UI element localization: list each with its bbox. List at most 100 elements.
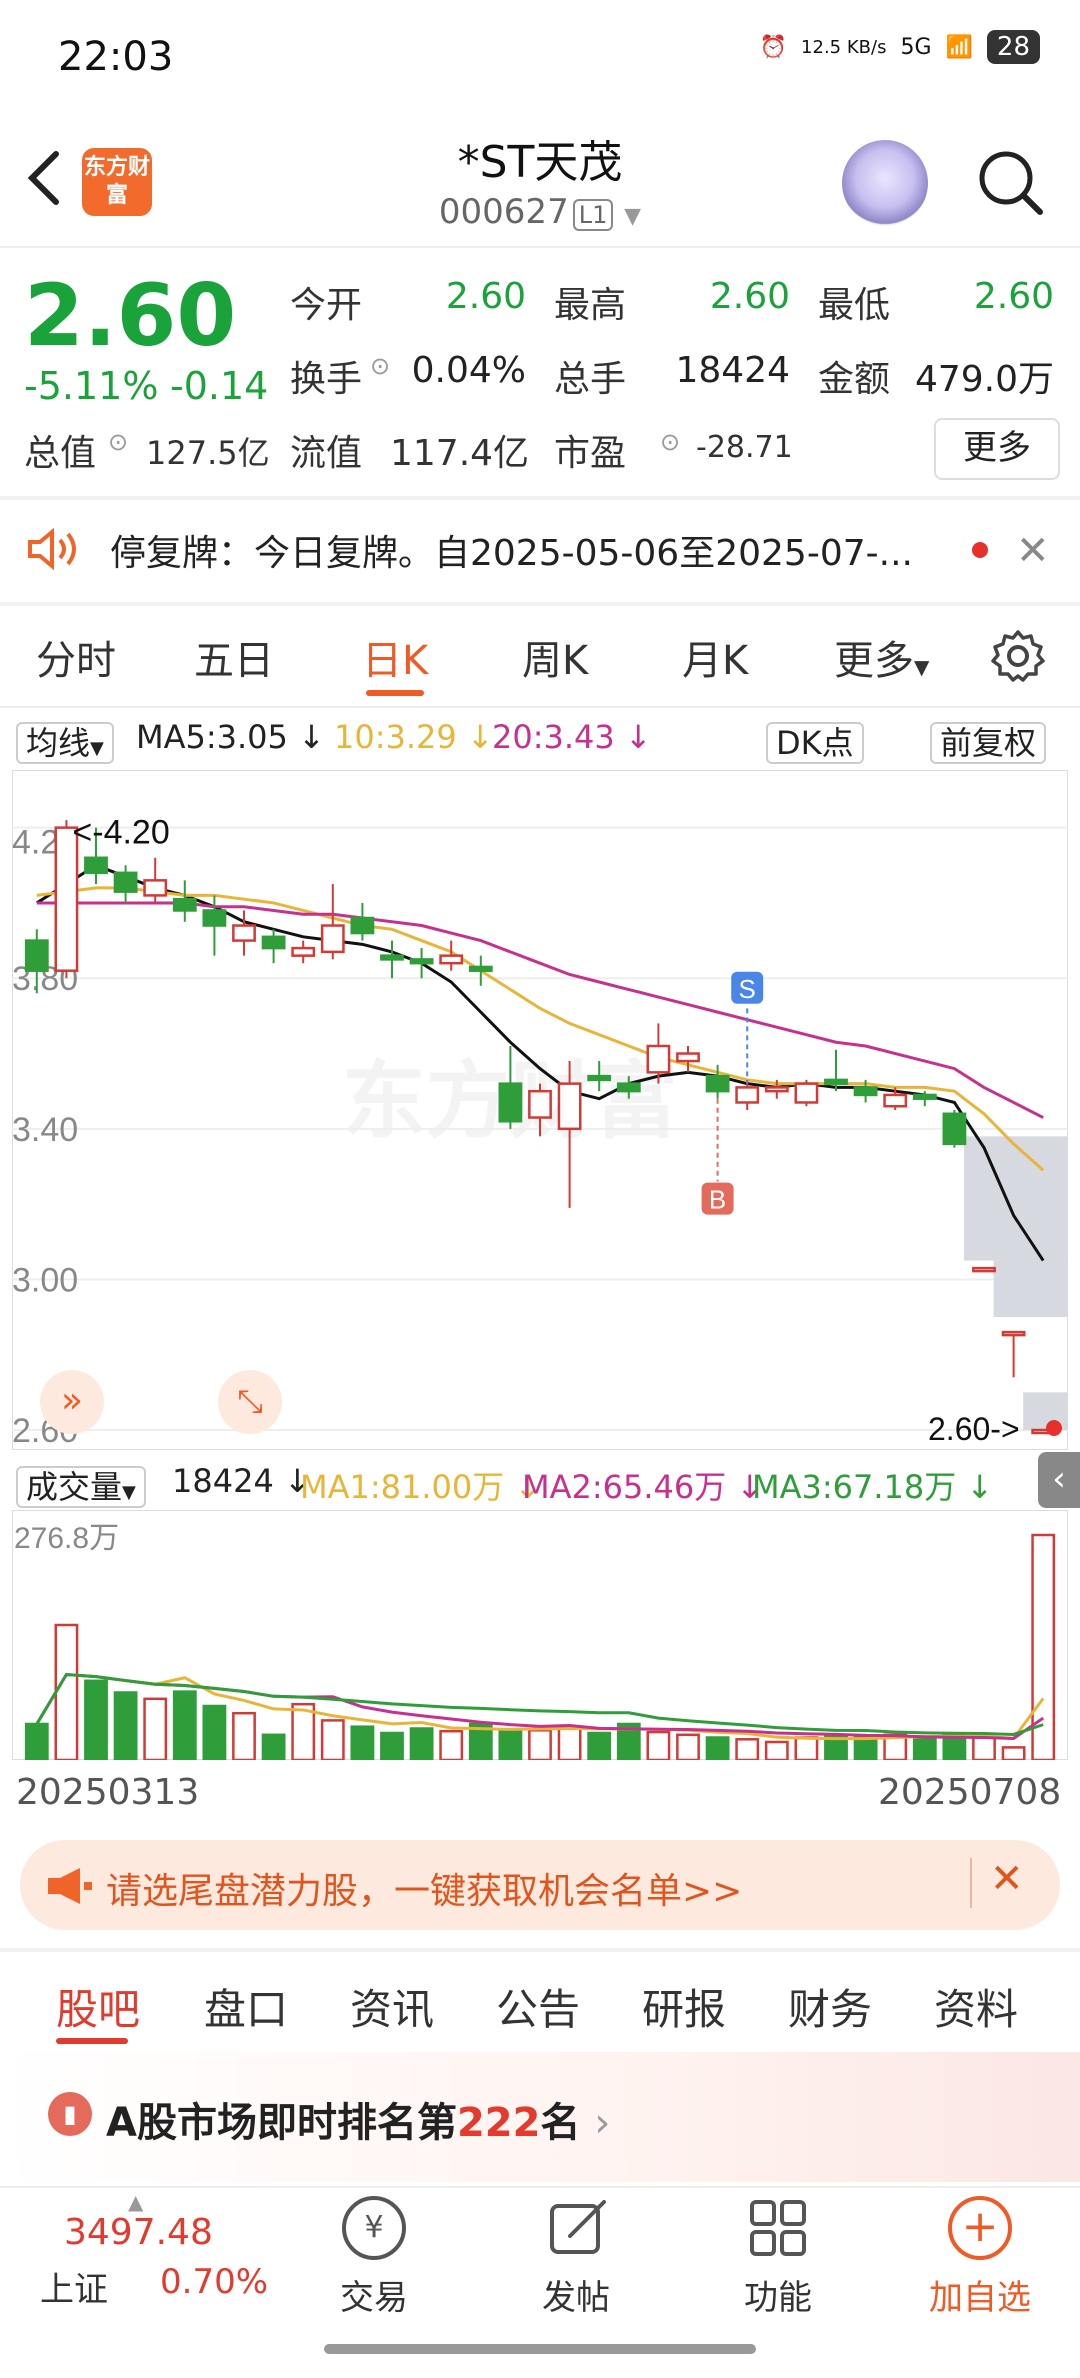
adjust-button[interactable]: 前复权 xyxy=(930,718,1047,764)
last-price: 2.60 xyxy=(24,266,237,366)
tab-weekly-k[interactable]: 周K xyxy=(522,628,588,686)
tab-finance[interactable]: 财务 xyxy=(788,1976,872,2037)
nav-trade[interactable]: 交易 xyxy=(304,2270,444,2319)
max-price-label: <-4.20 xyxy=(72,814,169,852)
caret-up-icon: ▲ xyxy=(128,2190,144,2214)
quote-divider xyxy=(0,496,1080,500)
promo-text[interactable]: 请选尾盘潜力股，一键获取机会名单>> xyxy=(106,1862,742,1914)
start-date: 20250313 xyxy=(16,1772,200,1813)
tab-intraday[interactable]: 分时 xyxy=(36,628,116,686)
volume-bar xyxy=(824,1735,848,1760)
tabs-divider xyxy=(0,706,1080,708)
close-icon[interactable]: ✕ xyxy=(1016,528,1050,574)
last-price-label: 2.60-> xyxy=(928,1411,1020,1447)
status-time: 22:03 xyxy=(58,34,174,80)
search-icon[interactable] xyxy=(976,148,1046,218)
tab-more[interactable]: 更多▼ xyxy=(834,628,929,686)
high-value: 2.60 xyxy=(709,276,790,317)
tab-announcement[interactable]: 公告 xyxy=(496,1976,580,2037)
ma-selector[interactable]: 均线▼ xyxy=(16,718,114,764)
candle-body xyxy=(409,958,434,965)
candle-body xyxy=(616,1082,641,1093)
section-underline xyxy=(56,2038,128,2044)
volume-selector[interactable]: 成交量▼ xyxy=(16,1462,146,1508)
candle-body xyxy=(972,1266,996,1273)
candle-body xyxy=(853,1086,878,1097)
candle-body xyxy=(143,879,168,897)
tab-more-label: 更多 xyxy=(834,638,914,684)
change-amount: -0.14 xyxy=(170,364,269,408)
volume-bar xyxy=(84,1679,108,1760)
tab-research[interactable]: 研报 xyxy=(642,1976,726,2037)
dk-button[interactable]: DK点 xyxy=(766,718,864,764)
volume-chart[interactable]: 276.8万 xyxy=(12,1510,1068,1760)
volume-label: 成交量 xyxy=(26,1468,123,1506)
last-price-dot xyxy=(1046,1420,1062,1436)
candle-body xyxy=(883,1093,908,1108)
info-icon[interactable]: ⊙ xyxy=(108,428,128,456)
volume-bar xyxy=(380,1731,404,1760)
ma5-value: MA5:3.05 ↓ xyxy=(136,718,325,756)
candle-body xyxy=(1001,1330,1026,1337)
volume-label: 总手 xyxy=(554,359,627,400)
vol-ma3: MA3:67.18万 ↓ xyxy=(752,1468,994,1506)
collapse-panel-icon[interactable]: ‹ xyxy=(1038,1452,1080,1508)
rank-suffix: 名 xyxy=(540,2100,581,2146)
volume-bar xyxy=(1001,1746,1026,1760)
assistant-robot-icon[interactable] xyxy=(842,140,928,226)
post-icon[interactable] xyxy=(546,2196,610,2260)
volume-bar xyxy=(912,1735,937,1760)
megaphone-icon xyxy=(48,1868,92,1904)
gear-icon[interactable] xyxy=(990,628,1046,684)
nav-post[interactable]: 发帖 xyxy=(506,2270,646,2319)
info-icon[interactable]: ⊙ xyxy=(660,428,680,456)
kline-chart[interactable]: 东方财富 4.203.803.403.002.60 <-4.202.60->SB xyxy=(12,770,1068,1450)
high-label: 最高 xyxy=(554,285,627,326)
volume-selector-label: 成交量▼ xyxy=(16,1466,146,1508)
fullscreen-icon[interactable]: ⤡ xyxy=(218,1370,282,1434)
tab-daily-k[interactable]: 日K xyxy=(362,628,428,686)
candle-body xyxy=(942,1112,967,1146)
tab-monthly-k[interactable]: 月K xyxy=(682,628,748,686)
limit-zone xyxy=(993,1260,1068,1318)
index-name[interactable]: 上证 xyxy=(40,2262,108,2311)
nav-functions[interactable]: 功能 xyxy=(708,2270,848,2319)
candle-body xyxy=(468,965,493,972)
nav-add-watchlist[interactable]: 加自选 xyxy=(910,2270,1050,2319)
volume-current: 18424 ↓ xyxy=(172,1462,311,1500)
promo-close-icon[interactable]: ✕ xyxy=(990,1856,1024,1902)
tab-orderbook[interactable]: 盘口 xyxy=(204,1976,288,2037)
rank-text[interactable]: A股市场即时排名第222名 › xyxy=(106,2090,610,2148)
market-cap-label: 总值 xyxy=(24,433,97,474)
wifi-icon: 📶 xyxy=(945,34,973,60)
adjust-label: 前复权 xyxy=(930,722,1047,764)
limit-zone xyxy=(1023,1392,1068,1430)
notice-text[interactable]: 停复牌：今日复牌。自2025-05-06至2025-07-... xyxy=(110,524,913,576)
volume-bar xyxy=(853,1736,878,1760)
tab-profile[interactable]: 资料 xyxy=(934,1976,1018,2037)
status-icons: ⏰ 12.5 KB/s 5G 📶 28 xyxy=(760,30,1040,64)
candle-body xyxy=(912,1093,937,1100)
candle-body xyxy=(202,909,227,927)
turnover-label: 换手 xyxy=(290,359,363,400)
candle-body xyxy=(24,939,49,972)
add-watchlist-icon[interactable]: + xyxy=(948,2196,1012,2260)
info-icon[interactable]: ⊙ xyxy=(370,352,390,380)
more-button[interactable]: 更多 xyxy=(934,418,1060,480)
volume-bar xyxy=(202,1704,227,1760)
candle-body xyxy=(764,1086,789,1093)
tab-five-day[interactable]: 五日 xyxy=(194,628,274,686)
ma-selector-label: 均线▼ xyxy=(16,722,114,764)
apps-icon[interactable] xyxy=(746,2196,810,2260)
trade-icon[interactable]: ¥ xyxy=(342,2196,406,2260)
index-value[interactable]: 3497.48 xyxy=(64,2212,213,2253)
index-percent[interactable]: 0.70% xyxy=(160,2262,268,2302)
candle-body xyxy=(291,946,316,957)
ma-label: 均线 xyxy=(26,724,91,762)
alarm-icon: ⏰ xyxy=(759,34,788,60)
volume-bar xyxy=(143,1697,168,1760)
net-speed: 12.5 KB/s xyxy=(801,36,887,58)
expand-left-icon[interactable]: » xyxy=(40,1370,104,1434)
tab-forum[interactable]: 股吧 xyxy=(56,1976,140,2037)
tab-news[interactable]: 资讯 xyxy=(350,1976,434,2037)
